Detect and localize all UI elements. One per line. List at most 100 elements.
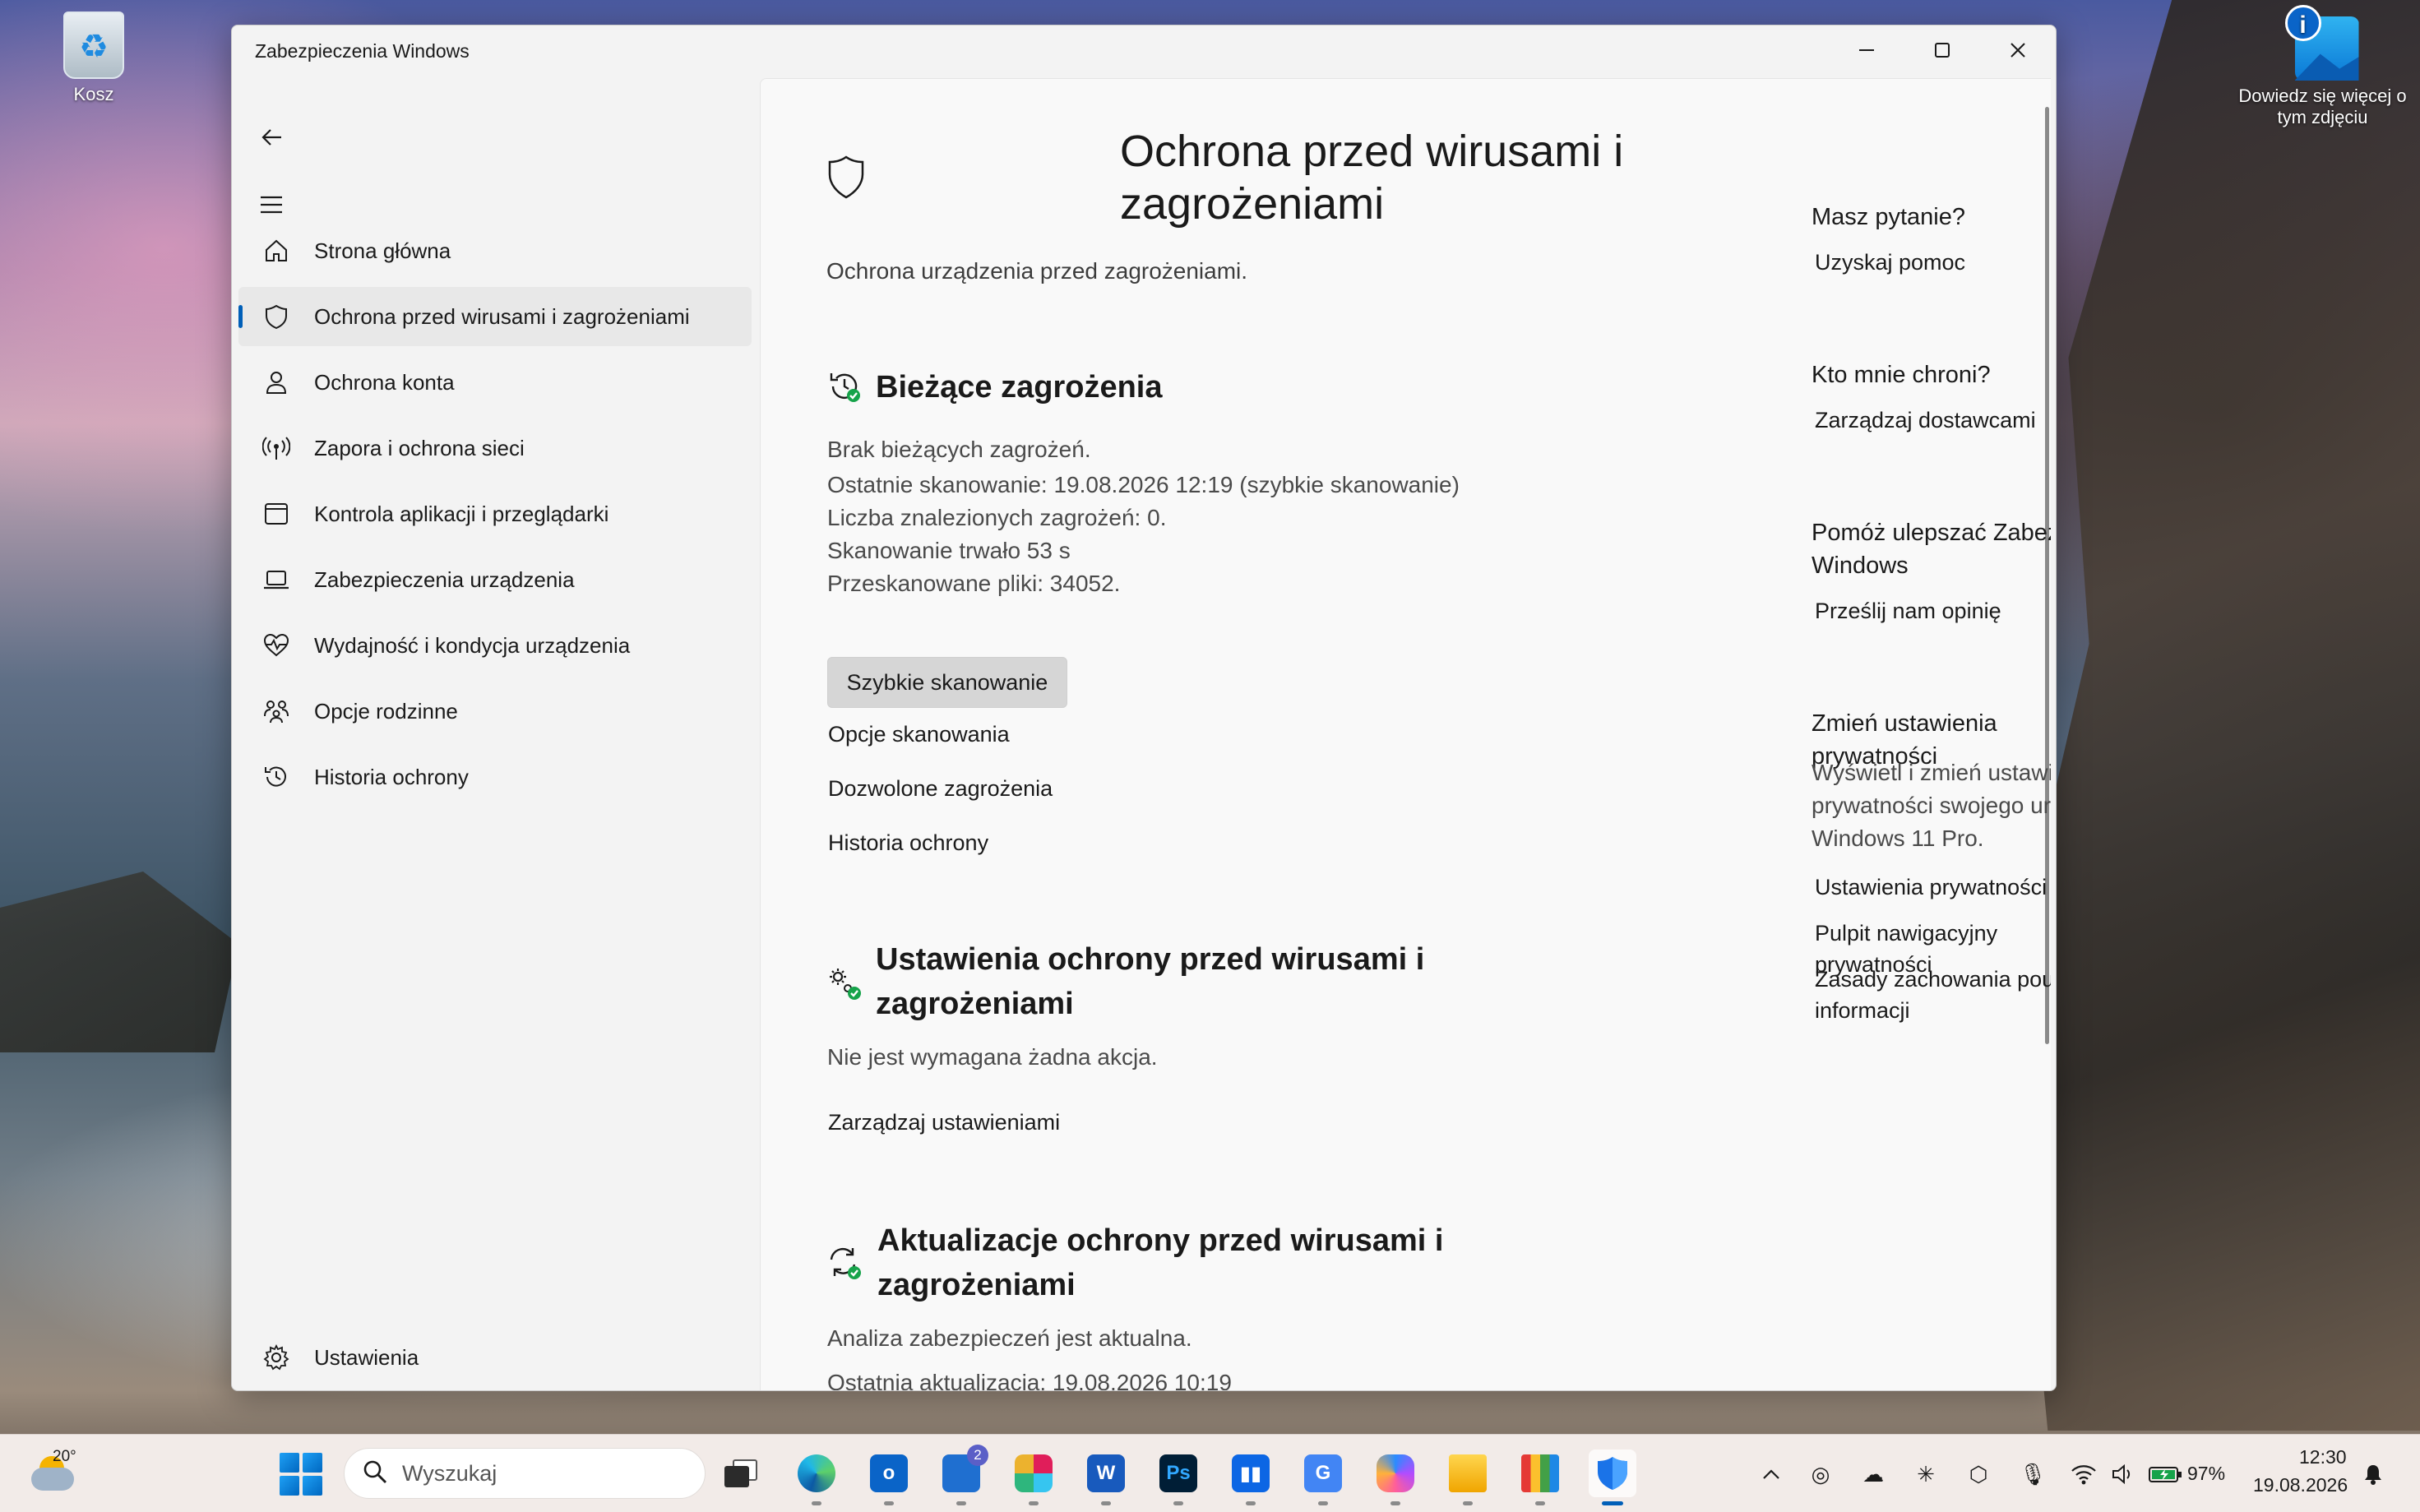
sidebar-item-settings[interactable]: Ustawienia [238, 1328, 752, 1387]
get-help-link[interactable]: Uzyskaj pomoc [1815, 247, 1965, 278]
minimize-button[interactable] [1829, 25, 1904, 75]
current-threats-heading: Bieżące zagrożenia [876, 370, 1163, 405]
taskbar-translate[interactable]: G [1299, 1450, 1347, 1505]
person-icon [258, 369, 294, 395]
outlook-icon: o [870, 1454, 908, 1492]
sidebar-item-home[interactable]: Strona główna [238, 221, 752, 280]
main-content[interactable]: Ochrona przed wirusami i zagrożeniami Oc… [760, 78, 2051, 1390]
taskbar-word[interactable]: W [1082, 1450, 1130, 1505]
title-bar[interactable]: Zabezpieczenia Windows [232, 25, 2056, 78]
allowed-threats-link[interactable]: Dozwolone zagrożenia [828, 776, 1053, 802]
maximize-button[interactable] [1904, 25, 1980, 75]
taskbar-file-explorer[interactable] [1444, 1450, 1492, 1505]
wifi-icon [2071, 1465, 2096, 1485]
folder-icon [1449, 1454, 1487, 1492]
updates-status: Analiza zabezpieczeń jest aktualna. [827, 1325, 1192, 1351]
window-title: Zabezpieczenia Windows [255, 40, 470, 62]
learn-more-picture-icon: i [2284, 5, 2361, 81]
tray-microphone[interactable]: 🎙 [2018, 1459, 2048, 1489]
send-feedback-link[interactable]: Prześlij nam opinię [1815, 595, 2001, 627]
sidebar-item-label: Zabezpieczenia urządzenia [314, 566, 575, 592]
manage-settings-link[interactable]: Zarządzaj ustawieniami [828, 1110, 1060, 1135]
sidebar-item-protection-history[interactable]: Historia ochrony [238, 747, 752, 807]
taskbar-edge[interactable] [793, 1450, 840, 1505]
heart-pulse-icon [258, 632, 294, 659]
settings-status: Nie jest wymagana żadna akcja. [827, 1044, 1158, 1070]
sidebar-item-device-performance[interactable]: Wydajność i kondycja urządzenia [238, 616, 752, 675]
updates-section-heading: Aktualizacje ochrony przed wirusami i za… [877, 1218, 1552, 1307]
manage-providers-link[interactable]: Zarządzaj dostawcami [1815, 405, 2036, 436]
start-button[interactable] [280, 1453, 322, 1496]
taskbar-teams[interactable]: 2 [937, 1445, 988, 1505]
scan-options-link[interactable]: Opcje skanowania [828, 722, 1010, 747]
page-subtitle: Ochrona urządzenia przed zagrożeniami. [826, 258, 1248, 284]
taskbar-copilot[interactable] [1372, 1450, 1419, 1505]
settings-gears-icon [826, 965, 863, 1006]
notifications-button[interactable] [2358, 1459, 2388, 1489]
glasses-icon: ◎ [1811, 1461, 1830, 1487]
back-button[interactable] [248, 114, 294, 160]
search-placeholder: Wyszukaj [402, 1460, 497, 1486]
translate-icon: G [1304, 1454, 1342, 1492]
sidebar-item-account-protection[interactable]: Ochrona konta [238, 353, 752, 412]
current-threats-details: Brak bieżących zagrożeń. Ostatnie skanow… [827, 431, 1534, 600]
show-hidden-icons-button[interactable] [1756, 1459, 1786, 1489]
tray-app-1[interactable]: ◎ [1806, 1459, 1835, 1489]
taskbar-windows-security[interactable] [1589, 1450, 1636, 1505]
sidebar-item-virus-protection[interactable]: Ochrona przed wirusami i zagrożeniami [238, 287, 752, 346]
improve-heading: Pomóż ulepszać Zabezpieczenia Windows [1812, 516, 2051, 582]
teams-notification-badge: 2 [967, 1445, 988, 1466]
wireless-icon [258, 435, 294, 461]
last-update-line: Ostatnia aktualizacja: 19.08.2026 10:19 [827, 1370, 1232, 1390]
bell-icon [2365, 1465, 2381, 1485]
privacy-statement-link[interactable]: Zasady zachowania poufności informacji [1815, 964, 2051, 1026]
tray-onedrive[interactable]: ☁ [1858, 1459, 1888, 1489]
privacy-settings-link[interactable]: Ustawienia prywatności [1815, 872, 2047, 903]
sidebar-item-device-security[interactable]: Zabezpieczenia urządzenia [238, 550, 752, 609]
taskbar-slack[interactable] [1010, 1450, 1057, 1505]
settings-section-heading: Ustawienia ochrony przed wirusami i zagr… [876, 937, 1534, 1026]
quick-scan-button[interactable]: Szybkie skanowanie [827, 657, 1067, 708]
clock-time[interactable]: 12:30 [2299, 1446, 2347, 1468]
tray-app-3[interactable]: ✳ [1911, 1459, 1941, 1489]
learn-about-picture-shortcut[interactable]: i Dowiedz się więcej o tym zdjęciu [2225, 5, 2420, 128]
cloud-sync-icon: ☁ [1862, 1461, 1884, 1487]
clock-date[interactable]: 19.08.2026 [2253, 1474, 2348, 1496]
learn-more-label: Dowiedz się więcej o [2238, 86, 2407, 106]
updates-heading-line2: zagrożeniami [877, 1268, 1076, 1302]
tray-volume[interactable] [2108, 1459, 2138, 1489]
cube-icon: ⬡ [1969, 1461, 1988, 1487]
sidebar-item-app-browser-control[interactable]: Kontrola aplikacji i przeglądarki [238, 484, 752, 543]
history-icon [258, 764, 294, 790]
sidebar-item-label: Ochrona przed wirusami i zagrożeniami [314, 303, 690, 329]
sidebar-item-firewall[interactable]: Zapora i ochrona sieci [238, 418, 752, 478]
threat-status-line: Brak bieżących zagrożeń. [827, 437, 1091, 462]
taskbar-outlook[interactable]: o [865, 1450, 913, 1505]
weather-widget[interactable]: 20° [28, 1448, 77, 1497]
search-icon [363, 1459, 387, 1488]
taskbar-photoshop[interactable]: Ps [1154, 1450, 1202, 1505]
taskbar-search[interactable]: Wyszukaj [344, 1448, 706, 1499]
task-view-icon [724, 1459, 757, 1487]
protection-history-link[interactable]: Historia ochrony [828, 830, 988, 856]
privacy-text-line2: prywatności swojego urządzenia [1812, 793, 2051, 818]
files-scanned-line: Przeskanowane pliki: 34052. [827, 571, 1121, 596]
minimize-icon [1859, 49, 1874, 51]
edge-icon [798, 1454, 835, 1492]
threats-found-line: Liczba znalezionych zagrożeń: 0. [827, 505, 1167, 530]
slack-icon [1015, 1454, 1053, 1492]
tray-network[interactable] [2069, 1459, 2098, 1489]
app-browser-icon [258, 501, 294, 527]
back-arrow-icon [261, 129, 281, 146]
task-view-button[interactable] [717, 1450, 765, 1497]
family-icon [258, 698, 294, 724]
sidebar-item-family-options[interactable]: Opcje rodzinne [238, 682, 752, 741]
taskbar-store-app[interactable] [1516, 1450, 1564, 1505]
recycle-bin-shortcut[interactable]: Kosz [53, 12, 135, 105]
tray-app-4[interactable]: ⬡ [1964, 1459, 1993, 1489]
taskbar-trello[interactable]: ▮▮ [1227, 1450, 1275, 1505]
tray-battery[interactable] [2148, 1459, 2184, 1489]
close-button[interactable] [1980, 25, 2056, 75]
last-scan-line: Ostatnie skanowanie: 19.08.2026 12:19 (s… [827, 472, 1460, 497]
sidebar-item-label: Strona główna [314, 238, 451, 263]
